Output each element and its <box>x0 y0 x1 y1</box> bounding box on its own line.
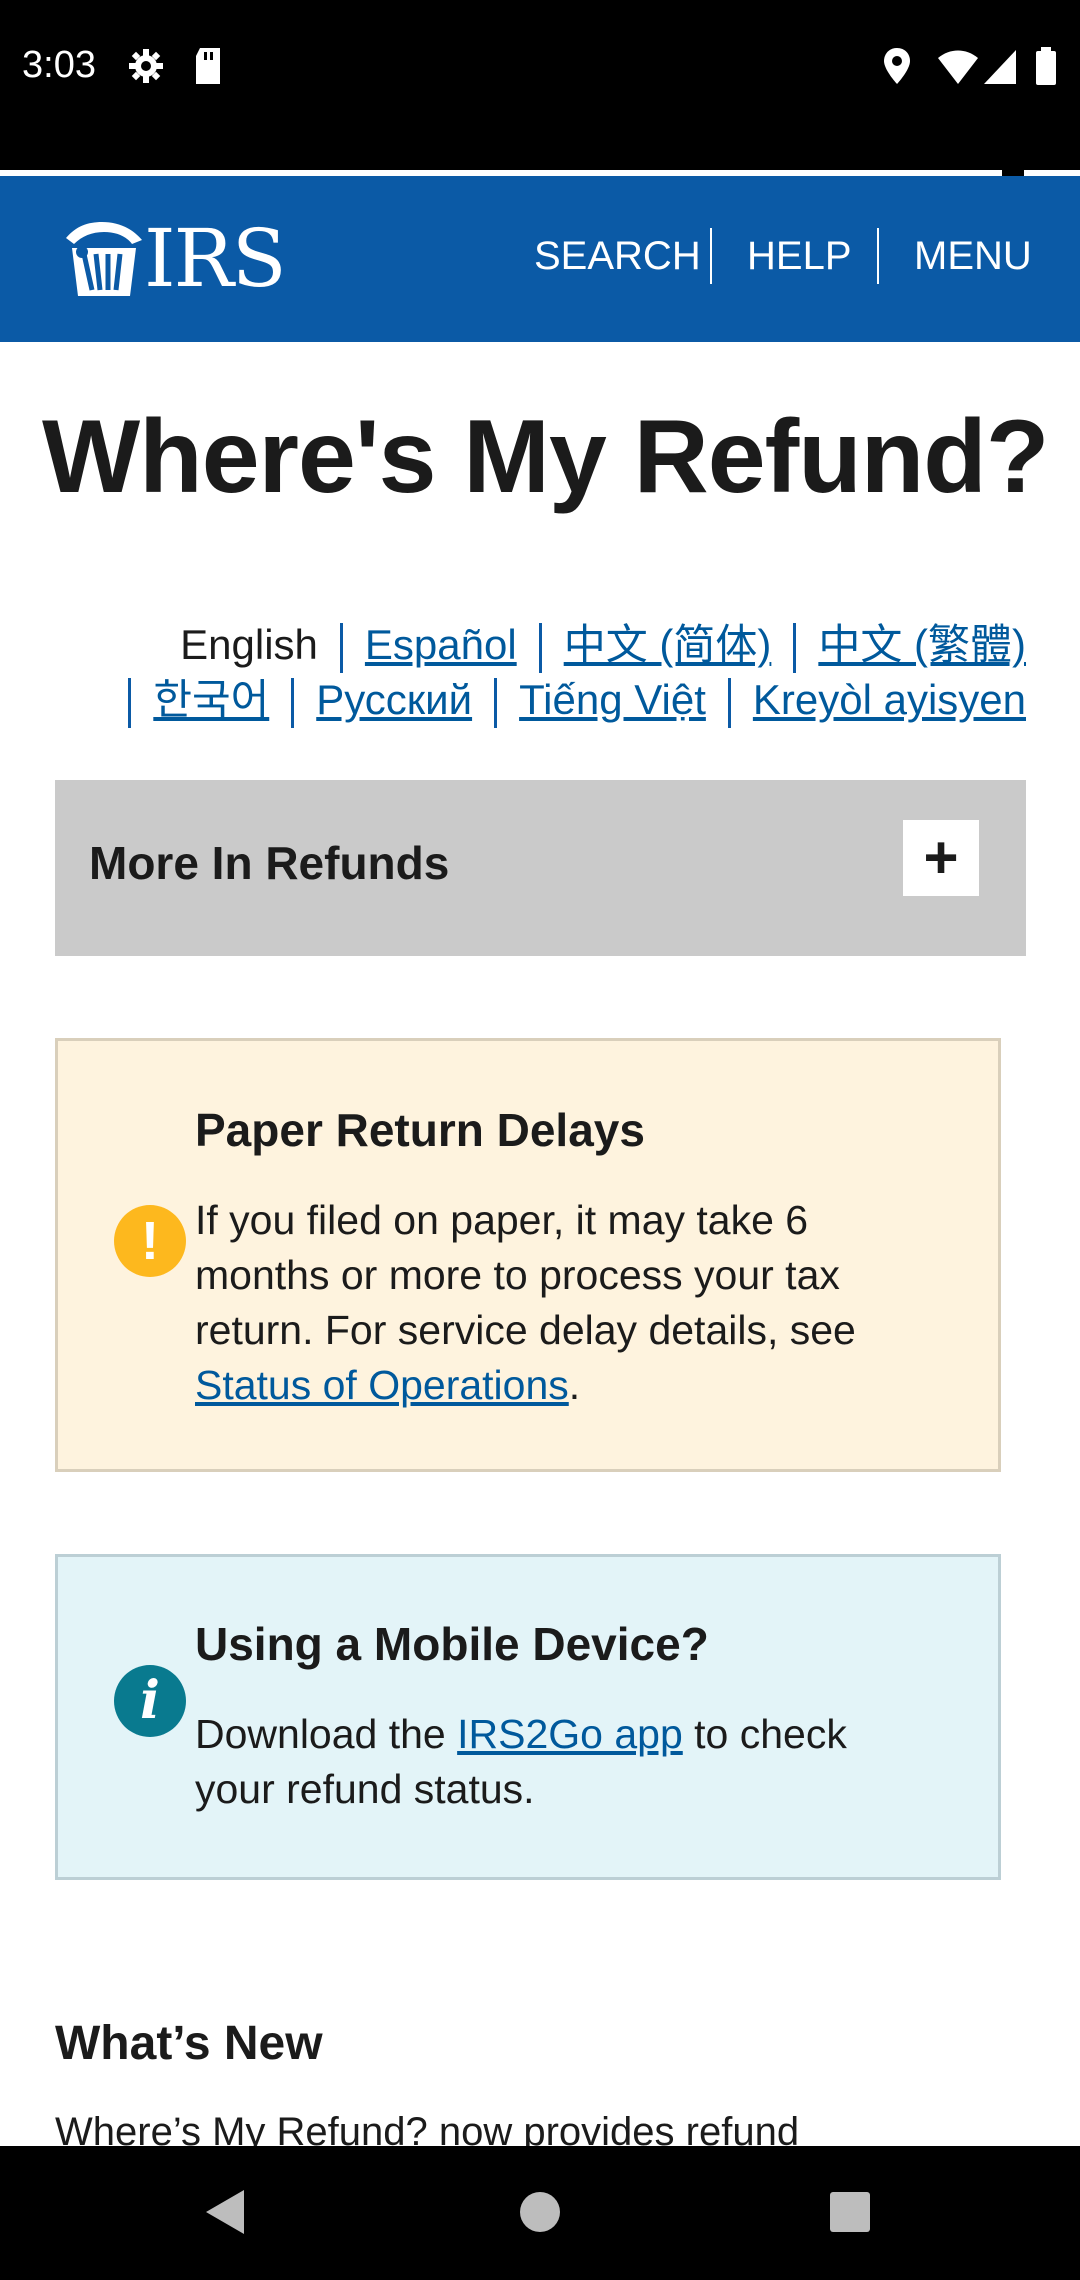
language-link-chinese-simplified[interactable]: 中文 (简体) <box>564 621 772 668</box>
alert-heading: Paper Return Delays <box>195 1104 645 1156</box>
alert-heading: Using a Mobile Device? <box>195 1618 709 1670</box>
site-header: IRS SEARCH HELP MENU <box>0 176 1080 342</box>
language-divider <box>291 677 295 728</box>
accordion-label: More In Refunds <box>89 837 450 889</box>
nav-divider <box>877 228 879 284</box>
search-nav[interactable]: SEARCH <box>534 228 701 284</box>
alert-body-end: . <box>568 1362 581 1408</box>
language-divider <box>339 622 343 673</box>
irs2go-app-link[interactable]: IRS2Go app <box>457 1711 683 1757</box>
whats-new-heading: What’s New <box>55 2017 323 2070</box>
alert-body-text: If you filed on paper, it may take 6 mon… <box>195 1197 856 1353</box>
language-link-haitian-creole[interactable]: Kreyòl ayisyen <box>753 676 1026 723</box>
language-link-espanol[interactable]: Español <box>365 621 517 668</box>
mobile-device-alert: i Using a Mobile Device? Download the IR… <box>55 1554 1001 1880</box>
expand-plus-icon[interactable]: + <box>903 820 979 896</box>
sd-card-icon <box>192 46 224 91</box>
menu-nav[interactable]: MENU <box>914 228 1032 284</box>
language-divider <box>793 622 797 673</box>
signal-icon <box>982 46 1018 91</box>
alert-body-text: Download the <box>195 1711 458 1757</box>
alert-body: Download the IRS2Go app to check your re… <box>195 1707 895 1817</box>
status-bar: 3:03 <box>0 0 1080 176</box>
irs-logo[interactable]: IRS <box>62 214 310 304</box>
location-icon <box>882 46 912 91</box>
language-divider <box>727 677 731 728</box>
irs-logo-text: IRS <box>144 212 287 305</box>
warning-icon: ! <box>114 1205 186 1277</box>
language-link-vietnamese[interactable]: Tiếng Việt <box>519 676 706 723</box>
status-divider <box>0 170 1080 174</box>
nav-divider <box>710 228 712 284</box>
alert-body: If you filed on paper, it may take 6 mon… <box>195 1193 895 1413</box>
language-link-chinese-traditional[interactable]: 中文 (繁體) <box>818 621 1026 668</box>
language-divider <box>538 622 542 673</box>
language-link-korean[interactable]: 한국어 <box>153 676 269 723</box>
language-divider <box>128 677 132 728</box>
more-in-refunds-accordion[interactable]: More In Refunds + <box>55 780 1026 956</box>
paper-return-alert: ! Paper Return Delays If you filed on pa… <box>55 1038 1001 1472</box>
info-icon: i <box>114 1665 186 1737</box>
status-divider-notch <box>1002 168 1024 176</box>
language-link-russian[interactable]: Русский <box>316 676 472 723</box>
page-title: Where's My Refund? <box>42 399 1049 515</box>
language-selector: English Español 中文 (简体) 中文 (繁體) 한국어 Русский T… <box>66 618 1026 728</box>
settings-icon <box>126 46 166 91</box>
wifi-icon <box>936 46 980 91</box>
status-of-operations-link[interactable]: Status of Operations <box>195 1362 569 1408</box>
back-icon[interactable] <box>202 2186 248 2243</box>
eagle-icon <box>66 222 142 296</box>
system-nav-bar <box>0 2146 1080 2280</box>
help-nav[interactable]: HELP <box>747 228 852 284</box>
status-time: 3:03 <box>22 44 96 86</box>
battery-icon <box>1034 46 1058 91</box>
recents-icon[interactable] <box>828 2186 872 2243</box>
language-divider <box>494 677 498 728</box>
home-icon[interactable] <box>518 2186 562 2243</box>
language-current: English <box>180 621 318 668</box>
